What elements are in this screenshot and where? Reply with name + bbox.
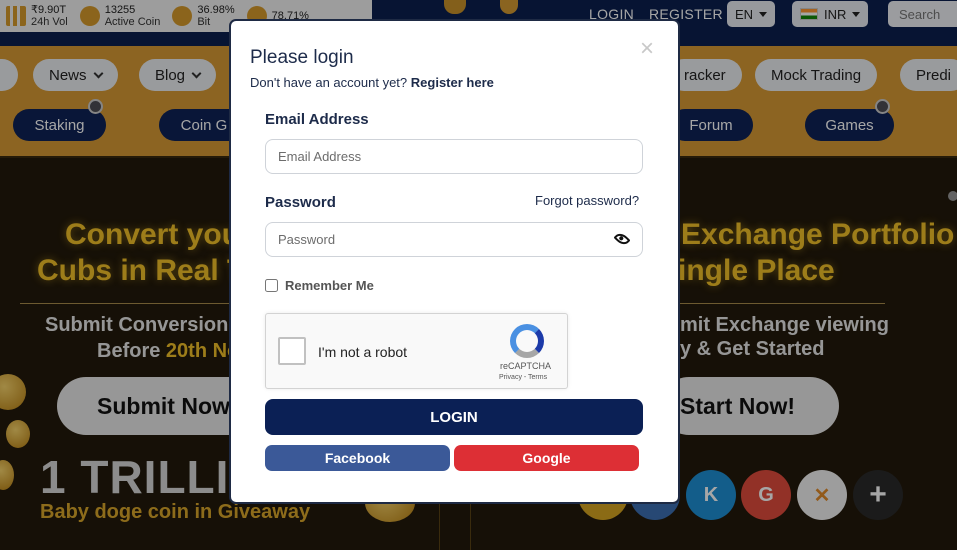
register-here-link[interactable]: Register here <box>411 75 494 90</box>
modal-title: Please login <box>250 47 354 68</box>
login-modal: Please login × Don't have an account yet… <box>229 19 680 504</box>
remember-me-checkbox[interactable] <box>265 279 278 292</box>
no-account-text: Don't have an account yet? <box>250 75 408 90</box>
facebook-login-button[interactable]: Facebook <box>265 445 450 471</box>
password-field[interactable] <box>265 222 643 257</box>
remember-me[interactable]: Remember Me <box>265 278 374 293</box>
recaptcha-links[interactable]: Privacy - Terms <box>499 374 547 381</box>
forgot-password-link[interactable]: Forgot password? <box>535 193 639 208</box>
modal-subtitle: Don't have an account yet? Register here <box>250 75 494 90</box>
recaptcha-logo-icon <box>510 324 544 358</box>
recaptcha-widget: I'm not a robot reCAPTCHA Privacy - Term… <box>265 313 568 389</box>
recaptcha-label: I'm not a robot <box>318 344 408 360</box>
email-label: Email Address <box>265 111 369 128</box>
login-button[interactable]: LOGIN <box>265 399 643 435</box>
google-login-button[interactable]: Google <box>454 445 639 471</box>
recaptcha-checkbox[interactable] <box>278 337 306 365</box>
close-icon[interactable]: × <box>640 37 654 61</box>
recaptcha-brand: reCAPTCHA <box>500 361 552 371</box>
remember-me-label: Remember Me <box>285 278 374 293</box>
email-field[interactable] <box>265 139 643 174</box>
password-label: Password <box>265 194 336 211</box>
